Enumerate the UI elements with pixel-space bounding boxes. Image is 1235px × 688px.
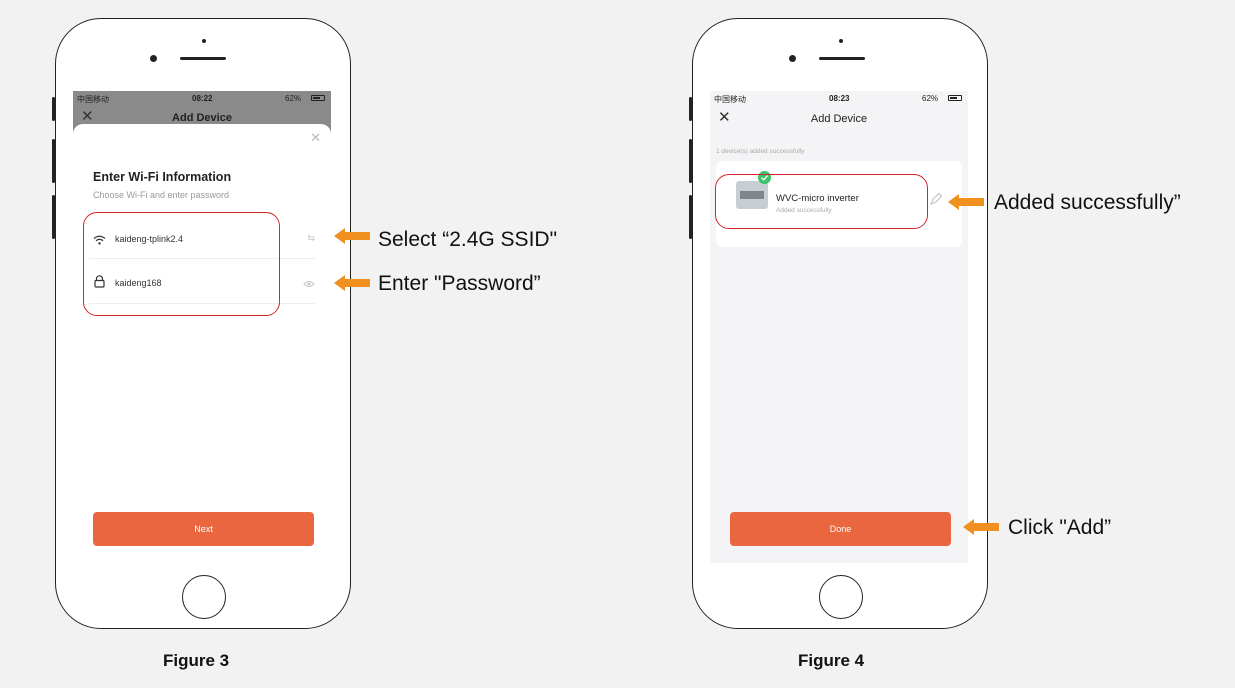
phone-sensor xyxy=(839,39,843,43)
arrow-left-icon xyxy=(334,228,370,244)
volume-down-button xyxy=(52,195,55,239)
mute-switch xyxy=(52,97,55,121)
sheet-subtitle: Choose Wi-Fi and enter password xyxy=(93,190,230,200)
switch-icon[interactable]: ⇆ xyxy=(307,233,315,244)
volume-up-button xyxy=(52,139,55,183)
eye-icon[interactable] xyxy=(303,280,315,288)
front-camera xyxy=(150,55,157,62)
battery-percent: 62% xyxy=(922,94,939,103)
carrier-label: 中国移动 xyxy=(77,95,109,104)
annotation-enter-password: Enter "Password” xyxy=(378,272,541,295)
summary-text: 1 device(s) added successfully xyxy=(716,148,805,155)
annotation-click-add: Click "Add” xyxy=(1008,516,1112,539)
front-camera xyxy=(789,55,796,62)
nav-title: Add Device xyxy=(172,112,232,124)
clock: 08:23 xyxy=(829,94,850,103)
phone-frame-figure-4: 中国移动 08:23 62% ✕ Add Device 1 device(s) … xyxy=(689,18,988,629)
annotation-select-ssid: Select “2.4G SSID" xyxy=(378,228,558,251)
phone-frame-figure-3: 中国移动 08:22 62% ✕ Add Device ✕ Enter Wi-F… xyxy=(52,18,351,629)
arrow-left-icon xyxy=(963,519,999,535)
app-screen: 中国移动 08:23 62% ✕ Add Device 1 device(s) … xyxy=(710,91,968,563)
status-bar: 中国移动 08:23 62% xyxy=(710,91,968,105)
edit-icon[interactable] xyxy=(930,193,942,205)
earpiece-speaker xyxy=(180,57,226,60)
wifi-fields-highlight xyxy=(83,212,280,316)
volume-down-button xyxy=(689,195,692,239)
done-button[interactable]: Done xyxy=(730,512,951,546)
home-button[interactable] xyxy=(182,575,226,619)
status-bar: 中国移动 08:22 62% xyxy=(73,91,331,105)
figure-caption: Figure 4 xyxy=(798,651,865,670)
annotation-added: Added successfully” xyxy=(994,191,1181,214)
wifi-sheet: ✕ Enter Wi-Fi Information Choose Wi-Fi a… xyxy=(73,124,331,563)
volume-up-button xyxy=(689,139,692,183)
carrier-label: 中国移动 xyxy=(714,95,746,104)
battery-percent: 62% xyxy=(285,94,302,103)
mute-switch xyxy=(689,97,692,121)
device-highlight xyxy=(715,174,928,229)
arrow-left-icon xyxy=(334,275,370,291)
battery-icon xyxy=(948,95,962,101)
figure-caption: Figure 3 xyxy=(163,651,230,670)
phone-sensor xyxy=(202,39,206,43)
app-screen: 中国移动 08:22 62% ✕ Add Device ✕ Enter Wi-F… xyxy=(73,91,331,563)
home-button[interactable] xyxy=(819,575,863,619)
sheet-title: Enter Wi-Fi Information xyxy=(93,170,232,184)
earpiece-speaker xyxy=(819,57,865,60)
clock: 08:22 xyxy=(192,94,213,103)
next-button[interactable]: Next xyxy=(93,512,314,546)
arrow-left-icon xyxy=(948,194,984,210)
close-icon[interactable]: ✕ xyxy=(310,130,321,146)
battery-icon xyxy=(311,95,325,101)
nav-title: Add Device xyxy=(810,113,868,125)
